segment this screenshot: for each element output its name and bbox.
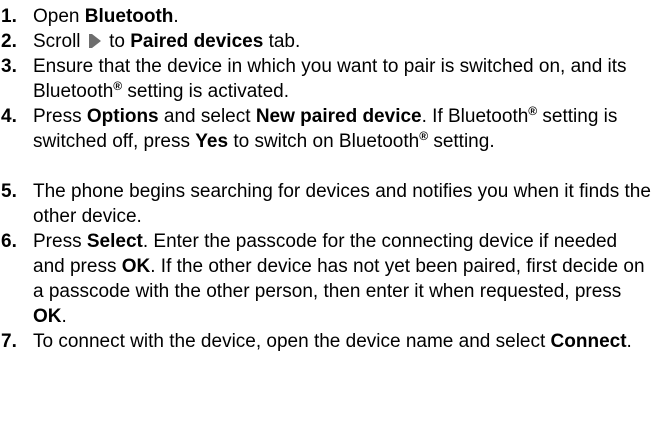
instruction-list: 1. Open Bluetooth. 2. Scroll to Paired d… [0,0,661,427]
scroll-right-icon [88,34,102,48]
options-label: Options [86,106,159,127]
step-number: 5. [1,181,17,202]
step-text: The phone begins searching for devices a… [33,181,651,227]
step-text: Open Bluetooth. [33,6,179,27]
step-number: 2. [1,31,17,52]
registered-mark: ® [528,104,538,118]
step-number: 7. [1,331,17,352]
bluetooth-app-label: Bluetooth [84,6,174,27]
step-text: Press Options and select New paired devi… [33,104,618,152]
connect-label: Connect [550,331,627,352]
step-text: To connect with the device, open the dev… [33,331,632,352]
select-label: Select [86,231,143,252]
step-number: 1. [1,6,17,27]
step-number: 6. [1,231,17,252]
ok-label: OK [121,256,151,277]
registered-mark: ® [419,129,429,143]
ok-label: OK [33,306,62,327]
step-number: 4. [1,106,17,127]
step-text: Press Select. Enter the passcode for the… [33,231,645,327]
registered-mark: ® [113,79,123,93]
step-text: Scroll to Paired devices tab. [33,31,301,52]
yes-label: Yes [195,131,229,152]
new-paired-device-label: New paired device [255,106,422,127]
paired-devices-tab-label: Paired devices [130,31,264,52]
step-text: Ensure that the device in which you want… [33,56,627,102]
step-number: 3. [1,56,17,77]
